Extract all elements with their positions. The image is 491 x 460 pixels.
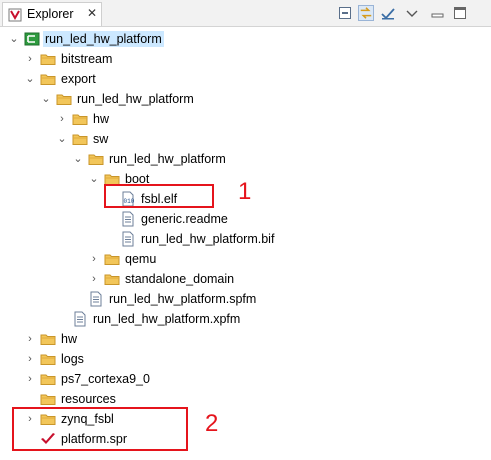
text-file-icon [122,231,134,247]
close-tab-icon[interactable]: ✕ [87,6,97,20]
tree-item-label: logs [61,352,84,366]
chevron-right-icon[interactable]: › [56,113,68,125]
tree-item-label: hw [61,332,77,346]
tree-item-hw[interactable]: › hw [24,329,470,349]
tree-item-ps7[interactable]: › ps7_cortexa9_0 [24,369,470,389]
tree-item-platform-bif[interactable]: run_led_hw_platform.bif [104,229,470,249]
filters-icon[interactable] [380,5,396,21]
folder-icon [104,274,120,285]
annotation-box-1 [104,184,214,208]
maximize-view-icon[interactable] [452,5,468,21]
tree-item-label: run_led_hw_platform.xpfm [93,312,241,326]
tree-item-label: run_led_hw_platform.bif [141,232,275,246]
explorer-tab-title: Explorer [27,7,74,21]
folder-icon [56,94,72,105]
text-file-icon [74,311,86,327]
folder-icon [40,374,56,385]
minimize-view-icon[interactable] [430,5,446,21]
folder-icon [72,114,88,125]
collapse-all-icon[interactable] [337,5,353,21]
chevron-down-icon[interactable]: ⌄ [40,93,52,105]
chevron-down-icon[interactable]: ⌄ [72,153,84,165]
tree-item-label: export [61,72,96,86]
tree-item-bitstream[interactable]: › bitstream [24,49,470,69]
tree-item-label: qemu [125,252,157,266]
tree-item-label: run_led_hw_platform [77,92,194,106]
tree-item-export-platform[interactable]: ⌄ run_led_hw_platform [40,89,470,109]
view-tab-bar: Explorer ✕ [0,0,491,27]
tree-item-label: ps7_cortexa9_0 [61,372,150,386]
tree-item-hw-inner[interactable]: › hw [56,109,470,129]
explorer-view-icon [8,8,22,22]
tree-item-resources[interactable]: resources [24,389,470,409]
tree-item-root[interactable]: ⌄ run_led_hw_platform [8,29,470,49]
chevron-right-icon[interactable]: › [88,273,100,285]
folder-icon [88,154,104,165]
tree-item-label: generic.readme [141,212,228,226]
text-file-icon [90,291,102,307]
chevron-right-icon[interactable]: › [24,53,36,65]
tree-item-label: run_led_hw_platform [43,31,164,47]
folder-icon [40,394,56,405]
chevron-right-icon[interactable]: › [88,253,100,265]
chevron-right-icon[interactable]: › [24,333,36,345]
tree-item-sw[interactable]: ⌄ sw [56,129,470,149]
tree-item-label: run_led_hw_platform.spfm [109,292,257,306]
folder-icon [104,254,120,265]
tree-item-xpfm[interactable]: run_led_hw_platform.xpfm [56,309,470,329]
tree-item-label: resources [61,392,116,406]
chevron-down-icon[interactable]: ⌄ [56,133,68,145]
folder-icon [40,74,56,85]
tree-item-spfm[interactable]: run_led_hw_platform.spfm [72,289,470,309]
explorer-tab[interactable]: Explorer ✕ [2,2,102,26]
tree-item-export[interactable]: ⌄ export [24,69,470,89]
tree-item-label: standalone_domain [125,272,235,286]
annotation-box-2 [12,407,188,451]
tree-item-label: run_led_hw_platform [109,152,226,166]
chevron-down-icon[interactable]: ⌄ [88,173,100,185]
tree-item-logs[interactable]: › logs [24,349,470,369]
tree-item-standalone[interactable]: › standalone_domain [88,269,470,289]
tree-item-sw-platform[interactable]: ⌄ run_led_hw_platform [72,149,470,169]
annotation-number-2: 2 [205,410,219,437]
tree-item-generic-readme[interactable]: generic.readme [104,209,470,229]
tree-item-label: sw [93,132,109,146]
chevron-down-icon[interactable]: ⌄ [24,73,36,85]
tree-item-label: hw [93,112,109,126]
link-with-editor-icon[interactable] [358,5,374,21]
explorer-tree: ⌄ run_led_hw_platform › bitstream ⌄ export ⌄ ru… [0,27,491,460]
platform-project-icon [24,32,40,46]
text-file-icon [122,211,134,227]
annotation-number-1: 1 [238,178,252,205]
view-menu-icon[interactable] [406,5,418,21]
folder-icon [40,54,56,65]
tree-item-label: bitstream [61,52,113,66]
folder-icon [40,354,56,365]
folder-icon [40,334,56,345]
chevron-down-icon[interactable]: ⌄ [8,33,20,45]
chevron-right-icon[interactable]: › [24,353,36,365]
tree-item-qemu[interactable]: › qemu [88,249,470,269]
folder-icon [72,134,88,145]
chevron-right-icon[interactable]: › [24,373,36,385]
